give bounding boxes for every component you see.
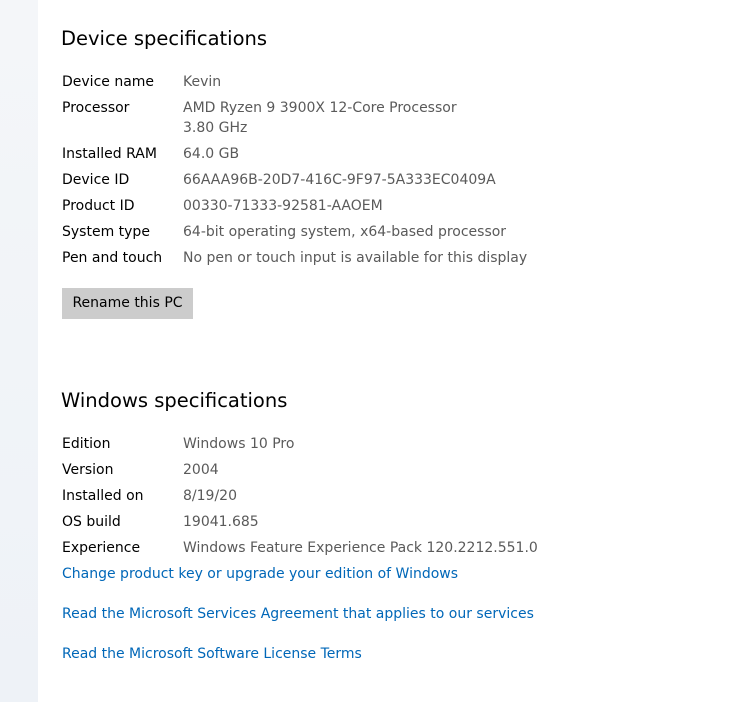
spec-value[interactable]: 8/19/20: [183, 486, 237, 506]
spec-row-installed-on: Installed on 8/19/20: [62, 486, 722, 506]
spec-label: Version: [62, 462, 114, 478]
spec-value[interactable]: Kevin: [183, 72, 221, 92]
spec-value[interactable]: 66AAA96B-20D7-416C-9F97-5A333EC0409A: [183, 170, 496, 190]
spec-label: System type: [62, 224, 150, 240]
spec-value[interactable]: No pen or touch input is available for t…: [183, 248, 527, 268]
spec-row-version: Version 2004: [62, 460, 722, 480]
spec-row-device-id: Device ID 66AAA96B-20D7-416C-9F97-5A333E…: [62, 170, 722, 190]
spec-label: Product ID: [62, 198, 135, 214]
spec-row-system-type: System type 64-bit operating system, x64…: [62, 222, 722, 242]
spec-label: Installed RAM: [62, 146, 157, 162]
spec-label: Device ID: [62, 172, 130, 188]
spec-value[interactable]: 19041.685: [183, 512, 259, 532]
spec-value[interactable]: 64.0 GB: [183, 144, 239, 164]
spec-value[interactable]: AMD Ryzen 9 3900X 12-Core Processor: [183, 98, 457, 118]
spec-label: OS build: [62, 514, 121, 530]
spec-value[interactable]: 64-bit operating system, x64-based proce…: [183, 222, 506, 242]
spec-value[interactable]: 2004: [183, 460, 219, 480]
rename-this-pc-button[interactable]: Rename this PC: [62, 288, 193, 319]
spec-label: Pen and touch: [62, 250, 163, 266]
spec-value[interactable]: Windows 10 Pro: [183, 434, 294, 454]
spec-label: Device name: [62, 74, 155, 90]
spec-value-continued[interactable]: 3.80 GHz: [183, 118, 247, 138]
spec-label: Installed on: [62, 488, 144, 504]
license-terms-link[interactable]: Read the Microsoft Software License Term…: [62, 644, 362, 664]
spec-row-product-id: Product ID 00330-71333-92581-AAOEM: [62, 196, 722, 216]
spec-row-installed-ram: Installed RAM 64.0 GB: [62, 144, 722, 164]
spec-value[interactable]: 00330-71333-92581-AAOEM: [183, 196, 383, 216]
spec-row-processor: Processor AMD Ryzen 9 3900X 12-Core Proc…: [62, 98, 722, 138]
spec-row-edition: Edition Windows 10 Pro: [62, 434, 722, 454]
services-agreement-link[interactable]: Read the Microsoft Services Agreement th…: [62, 604, 534, 624]
spec-row-pen-and-touch: Pen and touch No pen or touch input is a…: [62, 248, 722, 268]
change-product-key-link[interactable]: Change product key or upgrade your editi…: [62, 564, 458, 584]
spec-label: Experience: [62, 540, 141, 556]
spec-row-os-build: OS build 19041.685: [62, 512, 722, 532]
navigation-pane-edge: [0, 0, 38, 702]
about-content: Device specifications Device name Kevin …: [61, 0, 722, 702]
spec-label: Edition: [62, 436, 111, 452]
spec-row-experience: Experience Windows Feature Experience Pa…: [62, 538, 722, 558]
windows-specifications-heading: Windows specifications: [61, 389, 288, 412]
spec-row-device-name: Device name Kevin: [62, 72, 722, 92]
spec-value[interactable]: Windows Feature Experience Pack 120.2212…: [183, 538, 538, 558]
spec-label: Processor: [62, 100, 130, 116]
device-specifications-heading: Device specifications: [61, 27, 268, 50]
